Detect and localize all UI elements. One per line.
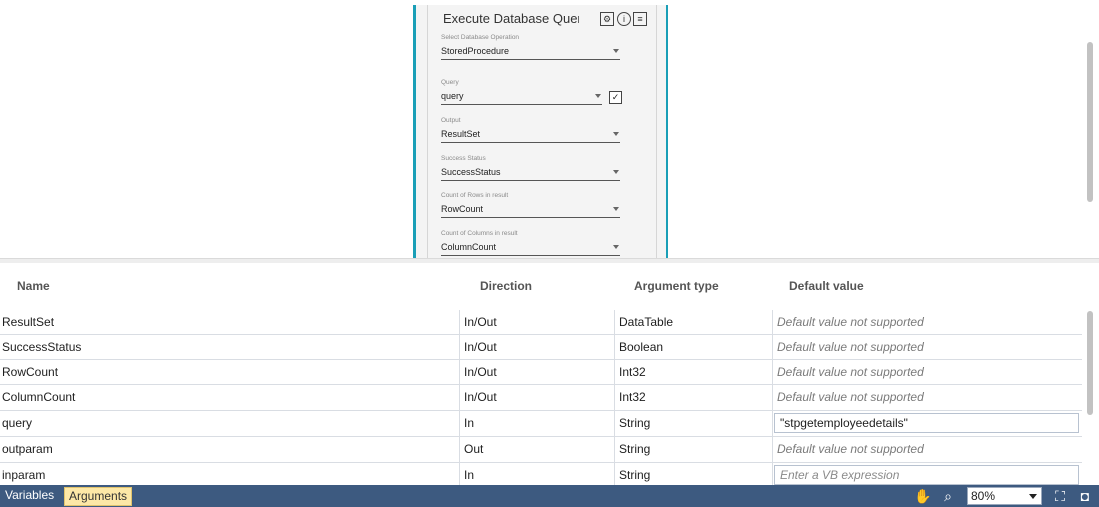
database-operation-dropdown[interactable]: StoredProcedure <box>441 45 620 60</box>
table-row[interactable]: ResultSet In/Out DataTable Default value… <box>0 310 1082 335</box>
table-row[interactable]: inparam In String Enter a VB expression <box>0 463 1082 485</box>
argument-direction[interactable]: In/Out <box>464 360 609 384</box>
chevron-down-icon[interactable] <box>613 170 619 174</box>
argument-name[interactable]: inparam <box>2 463 457 485</box>
column-count-field: Count of Columns in result ColumnCount <box>441 230 620 256</box>
output-field: Output ResultSet <box>441 117 620 143</box>
success-status-field: Success Status SuccessStatus <box>441 155 620 181</box>
column-header-name[interactable]: Name <box>17 279 50 293</box>
query-checkbox[interactable]: ✓ <box>609 91 622 104</box>
argument-type[interactable]: Boolean <box>619 335 769 359</box>
argument-name[interactable]: SuccessStatus <box>2 335 457 359</box>
row-count-dropdown[interactable]: RowCount <box>441 203 620 218</box>
argument-default: Default value not supported <box>777 365 924 379</box>
argument-default: Default value not supported <box>777 340 924 354</box>
argument-type[interactable]: DataTable <box>619 310 769 334</box>
search-icon[interactable]: ⌕ <box>939 487 957 505</box>
activity-title: Execute Database Query <box>443 11 579 26</box>
default-value-input[interactable]: Enter a VB expression <box>774 465 1079 485</box>
chevron-down-icon[interactable] <box>613 132 619 136</box>
column-header-default-value[interactable]: Default value <box>789 279 864 293</box>
settings-icon[interactable]: ⚙ <box>600 12 614 26</box>
comment-icon[interactable]: ≡ <box>633 12 647 26</box>
success-status-label: Success Status <box>441 155 486 162</box>
query-field: Query query <box>441 79 602 105</box>
query-label: Query <box>441 79 459 86</box>
zoom-dropdown[interactable]: 80% <box>967 487 1042 505</box>
argument-name[interactable]: outparam <box>2 437 457 462</box>
column-count-value: ColumnCount <box>441 242 497 252</box>
database-operation-label: Select Database Operation <box>441 34 520 41</box>
query-input[interactable]: query <box>441 90 602 105</box>
table-row[interactable]: outparam Out String Default value not su… <box>0 437 1082 463</box>
argument-default: Default value not supported <box>777 442 924 456</box>
argument-name[interactable]: ColumnCount <box>2 385 457 410</box>
variables-tab[interactable]: Variables <box>1 487 58 504</box>
argument-name[interactable]: ResultSet <box>2 310 457 334</box>
argument-direction[interactable]: In/Out <box>464 310 609 334</box>
table-row[interactable]: RowCount In/Out Int32 Default value not … <box>0 360 1082 385</box>
output-label: Output <box>441 117 461 124</box>
overview-icon[interactable]: ◘ <box>1076 487 1094 505</box>
row-count-field: Count of Rows in result RowCount <box>441 192 620 218</box>
default-value-input[interactable]: "stpgetemployeedetails" <box>774 413 1079 433</box>
chevron-down-icon[interactable] <box>1029 494 1037 499</box>
table-row[interactable]: SuccessStatus In/Out Boolean Default val… <box>0 335 1082 360</box>
argument-direction[interactable]: In/Out <box>464 335 609 359</box>
row-count-value: RowCount <box>441 204 484 214</box>
output-value: ResultSet <box>441 129 481 139</box>
activity-inner-border <box>656 5 657 258</box>
info-icon[interactable]: i <box>617 12 631 26</box>
table-row[interactable]: ColumnCount In/Out Int32 Default value n… <box>0 385 1082 411</box>
workflow-designer[interactable]: Execute Database Query ⚙ i ≡ Select Data… <box>0 0 1099 258</box>
column-count-label: Count of Columns in result <box>441 230 518 237</box>
success-status-dropdown[interactable]: SuccessStatus <box>441 166 620 181</box>
zoom-value: 80% <box>971 489 996 503</box>
arguments-panel: Name Direction Argument type Default val… <box>0 263 1099 485</box>
argument-direction[interactable]: Out <box>464 437 609 462</box>
argument-default: Default value not supported <box>777 315 924 329</box>
designer-status-bar: Variables Arguments ✋ ⌕ 80% ⛶ ◘ <box>0 485 1099 507</box>
argument-direction[interactable]: In <box>464 463 609 485</box>
hand-pan-icon[interactable]: ✋ <box>914 487 932 505</box>
chevron-down-icon[interactable] <box>595 94 601 98</box>
argument-direction[interactable]: In <box>464 411 609 436</box>
arguments-tab[interactable]: Arguments <box>64 487 133 506</box>
argument-type[interactable]: String <box>619 463 769 485</box>
arguments-scrollbar[interactable] <box>1087 311 1093 415</box>
argument-name[interactable]: RowCount <box>2 360 457 384</box>
argument-direction[interactable]: In/Out <box>464 385 609 410</box>
argument-name[interactable]: query <box>2 411 457 436</box>
activity-inner-border <box>427 5 428 258</box>
chevron-down-icon[interactable] <box>613 49 619 53</box>
argument-type[interactable]: String <box>619 437 769 462</box>
argument-type[interactable]: Int32 <box>619 385 769 410</box>
fit-to-screen-icon[interactable]: ⛶ <box>1051 487 1069 505</box>
designer-scrollbar[interactable] <box>1087 42 1093 202</box>
database-operation-value: StoredProcedure <box>441 46 510 56</box>
execute-database-query-activity[interactable]: Execute Database Query ⚙ i ≡ Select Data… <box>413 5 668 258</box>
column-header-direction[interactable]: Direction <box>480 279 532 293</box>
column-count-dropdown[interactable]: ColumnCount <box>441 241 620 256</box>
chevron-down-icon[interactable] <box>613 245 619 249</box>
column-header-argument-type[interactable]: Argument type <box>634 279 719 293</box>
row-count-label: Count of Rows in result <box>441 192 509 199</box>
output-dropdown[interactable]: ResultSet <box>441 128 620 143</box>
database-operation-field: Select Database Operation StoredProcedur… <box>441 34 620 60</box>
argument-type[interactable]: Int32 <box>619 360 769 384</box>
argument-type[interactable]: String <box>619 411 769 436</box>
table-row[interactable]: query In String "stpgetemployeedetails" <box>0 411 1082 437</box>
success-status-value: SuccessStatus <box>441 167 501 177</box>
chevron-down-icon[interactable] <box>613 207 619 211</box>
argument-default: Default value not supported <box>777 390 924 404</box>
query-value: query <box>441 91 464 101</box>
